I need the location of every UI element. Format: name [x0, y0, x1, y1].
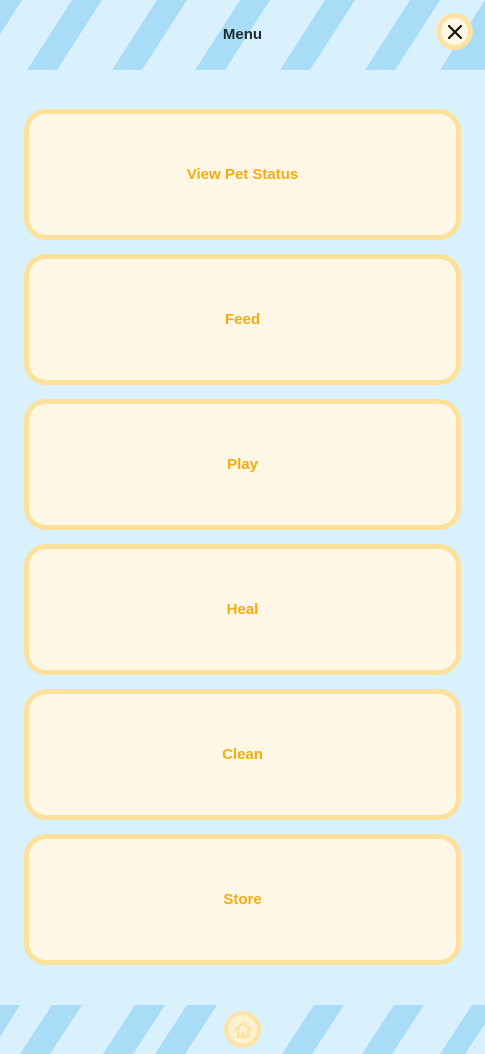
header-bar: Menu	[0, 0, 485, 70]
clean-button[interactable]: Clean	[24, 689, 461, 820]
close-button[interactable]	[436, 13, 473, 50]
close-button-face	[441, 18, 468, 45]
home-button-face	[228, 1015, 257, 1044]
page-title: Menu	[222, 26, 263, 43]
home-button[interactable]	[224, 1011, 261, 1048]
close-icon	[447, 24, 462, 39]
view-pet-status-button[interactable]: View Pet Status	[24, 109, 461, 240]
home-icon	[233, 1021, 252, 1038]
store-button[interactable]: Store	[24, 834, 461, 965]
menu-screen: Menu View Pet Status Feed Play Heal Clea…	[0, 0, 485, 1054]
feed-button[interactable]: Feed	[24, 254, 461, 385]
menu-list: View Pet Status Feed Play Heal Clean Sto…	[24, 109, 461, 979]
heal-button[interactable]: Heal	[24, 544, 461, 675]
play-button[interactable]: Play	[24, 399, 461, 530]
